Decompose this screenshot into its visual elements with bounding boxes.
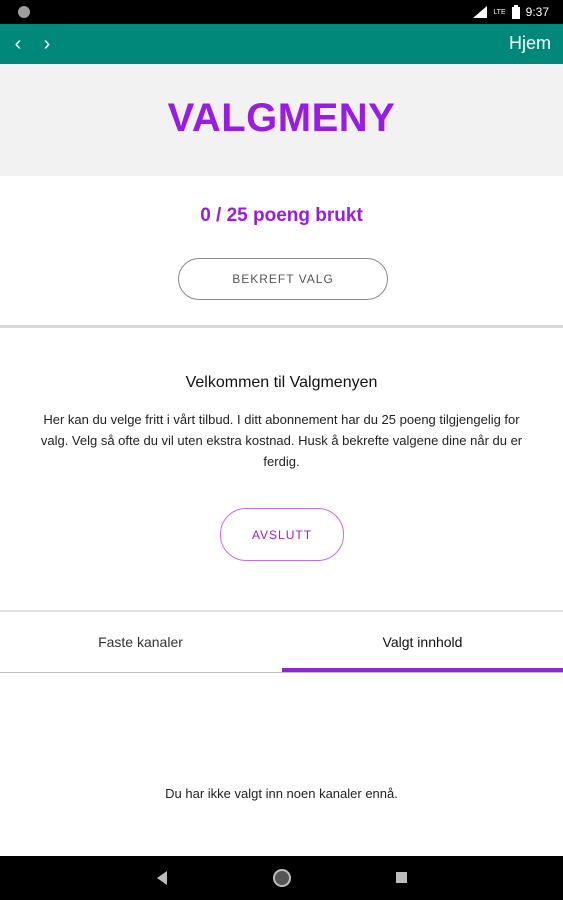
tabs-bottom-divider — [0, 672, 563, 673]
chevron-left-icon: ‹ — [14, 33, 22, 55]
chevron-right-icon: › — [43, 33, 51, 55]
status-bar: LTE 9:37 — [0, 0, 563, 24]
back-triangle-icon[interactable] — [157, 871, 167, 885]
status-right-group: LTE 9:37 — [473, 4, 549, 20]
tab-selected-content[interactable]: Valgt innhold — [282, 612, 563, 672]
network-label: LTE — [493, 8, 506, 16]
app-bar: ‹ › Hjem — [0, 24, 563, 64]
page-header: VALGMENY — [0, 64, 563, 176]
forward-button[interactable]: › — [37, 32, 57, 56]
system-navigation-bar — [0, 856, 563, 900]
section-divider — [0, 325, 563, 328]
welcome-description: Her kan du velge fritt i vårt tilbud. I … — [40, 412, 523, 469]
signal-icon — [473, 6, 488, 18]
exit-button[interactable]: AVSLUTT — [220, 508, 344, 561]
tab-bar: Faste kanaler Valgt innhold — [0, 612, 563, 672]
welcome-title: Velkommen til Valgmenyen — [185, 374, 378, 391]
back-button[interactable]: ‹ — [8, 32, 28, 56]
page-title: VALGMENY — [167, 96, 396, 140]
empty-state-message: Du har ikke valgt inn noen kanaler ennå. — [165, 786, 398, 801]
recents-square-icon[interactable] — [396, 872, 407, 883]
battery-icon — [511, 5, 520, 19]
confirm-selection-button[interactable]: BEKREFT VALG — [178, 258, 388, 300]
tab-fixed-channels[interactable]: Faste kanaler — [0, 612, 281, 672]
status-time: 9:37 — [525, 5, 549, 19]
notification-dot-icon — [18, 6, 30, 18]
home-link[interactable]: Hjem — [509, 33, 551, 54]
home-circle-icon[interactable] — [273, 869, 291, 887]
points-used-label: 0 / 25 poeng brukt — [200, 205, 363, 226]
